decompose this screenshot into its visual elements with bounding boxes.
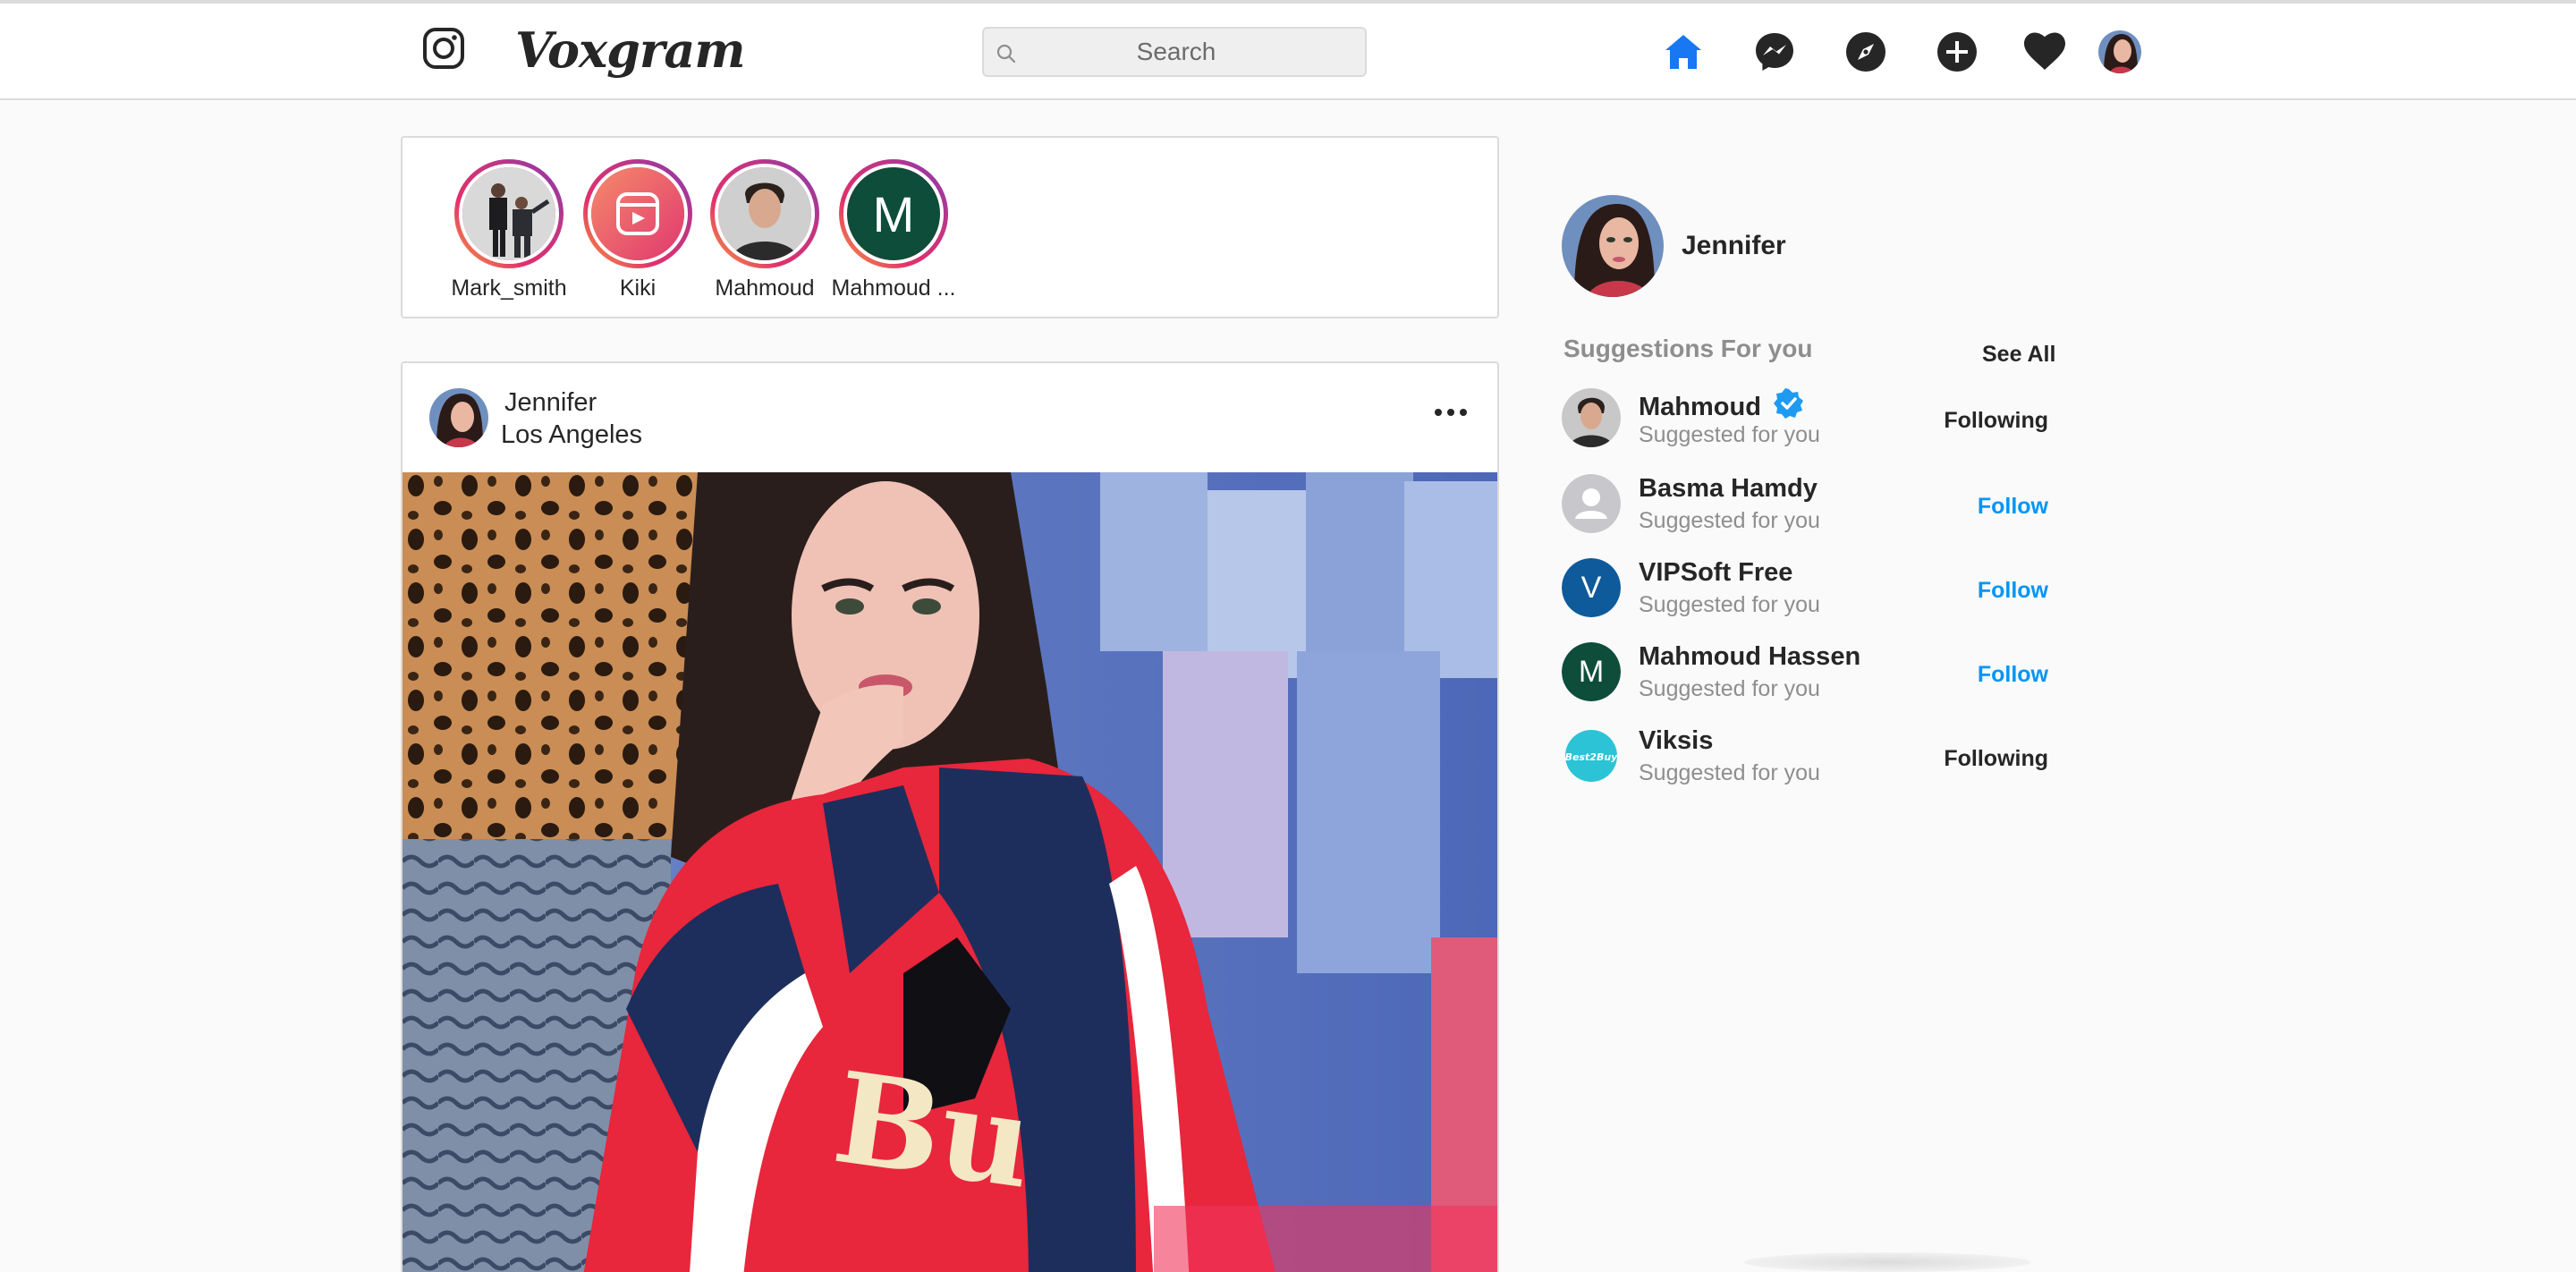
app-logo-text[interactable]: Voxgram (515, 21, 745, 79)
suggestion-name[interactable]: Viksis (1639, 726, 1713, 756)
story-label: Kiki (619, 276, 657, 301)
story-avatar: M (843, 164, 944, 264)
story-avatar (588, 164, 688, 264)
suggestion-subtitle: Suggested for you (1639, 422, 1820, 447)
search-input[interactable] (1020, 34, 1333, 70)
search-icon (996, 44, 1016, 64)
verified-badge-icon (1774, 388, 1803, 419)
profile-avatar[interactable] (2098, 30, 2141, 73)
default-user-avatar-icon[interactable] (1562, 474, 1621, 533)
follow-button[interactable]: Follow (1978, 662, 2048, 688)
post-header: Jennifer Los Angeles (402, 363, 1497, 472)
current-user-name[interactable]: Jennifer (1682, 231, 1786, 261)
stories-bar: Mark_smith Kiki Mahmoud M Mahmoud ... (401, 136, 1499, 318)
suggestion-subtitle: Suggested for you (1639, 676, 1820, 701)
suggestion-item: Best2Buy Viksis Suggested for you Follow… (1562, 726, 2063, 789)
suggestion-avatar[interactable]: V (1562, 558, 1621, 617)
story-label: Mahmoud ... (831, 276, 956, 301)
story-letter-avatar: M (847, 167, 940, 260)
bottom-shadow (1744, 1252, 2030, 1272)
post-author-avatar[interactable] (429, 388, 488, 447)
top-navbar: Voxgram (0, 4, 2576, 100)
suggestion-subtitle: Suggested for you (1639, 592, 1820, 617)
follow-button[interactable]: Follow (1978, 578, 2048, 604)
suggestion-avatar[interactable]: M (1562, 642, 1621, 701)
suggestion-item: Basma Hamdy Suggested for you Follow (1562, 474, 2063, 537)
follow-button[interactable]: Follow (1978, 494, 2048, 520)
suggestion-name[interactable]: Mahmoud Hassen (1639, 642, 1860, 672)
suggestion-name[interactable]: Mahmoud (1639, 388, 1804, 422)
story-item[interactable]: Kiki (571, 159, 705, 301)
svg-text:Bu: Bu (826, 1045, 1041, 1217)
suggestions-title: Suggestions For you (1563, 335, 1813, 362)
letter-avatar: M (1562, 642, 1621, 701)
see-all-link[interactable]: See All (1982, 342, 2055, 368)
suggestion-avatar[interactable]: Best2Buy (1562, 726, 1621, 785)
suggestion-item: M Mahmoud Hassen Suggested for you Follo… (1562, 642, 2063, 705)
suggestion-avatar[interactable] (1562, 388, 1621, 447)
letter-avatar: V (1562, 558, 1621, 617)
current-user-avatar[interactable] (1562, 195, 1664, 297)
following-button[interactable]: Following (1944, 408, 2048, 434)
suggestion-item: V VIPSoft Free Suggested for you Follow (1562, 558, 2063, 621)
story-label: Mahmoud (715, 276, 815, 301)
story-avatar (459, 164, 559, 264)
brand-logo-text: Best2Buy (1565, 751, 1619, 763)
suggestion-name[interactable]: VIPSoft Free (1639, 558, 1792, 588)
post-author-name[interactable]: Jennifer (504, 388, 597, 418)
suggestion-item: Mahmoud Suggested for you Following (1562, 388, 2063, 451)
suggestion-name-text: Mahmoud (1639, 393, 1761, 421)
following-button[interactable]: Following (1944, 746, 2048, 772)
story-avatar (715, 164, 815, 264)
story-label: Mark_smith (451, 276, 567, 301)
new-post-plus-icon[interactable] (1936, 30, 1979, 73)
story-item[interactable]: Mark_smith (442, 159, 576, 301)
explore-compass-icon[interactable] (1844, 30, 1887, 73)
post-photo[interactable]: Bu (402, 472, 1497, 1272)
suggestion-subtitle: Suggested for you (1639, 508, 1820, 533)
post-location[interactable]: Los Angeles (501, 420, 642, 450)
story-item[interactable]: M Mahmoud ... (826, 159, 961, 301)
more-options-icon[interactable] (1431, 399, 1470, 426)
search-box[interactable] (982, 27, 1367, 77)
feed-post: Jennifer Los Angeles Bu (401, 361, 1499, 1272)
instagram-camera-icon[interactable] (422, 27, 465, 70)
suggestion-name[interactable]: Basma Hamdy (1639, 474, 1818, 504)
messenger-icon[interactable] (1753, 30, 1796, 73)
suggestion-subtitle: Suggested for you (1639, 760, 1820, 785)
home-icon[interactable] (1662, 30, 1705, 73)
activity-heart-icon[interactable] (2023, 30, 2066, 73)
story-item[interactable]: Mahmoud (698, 159, 832, 301)
